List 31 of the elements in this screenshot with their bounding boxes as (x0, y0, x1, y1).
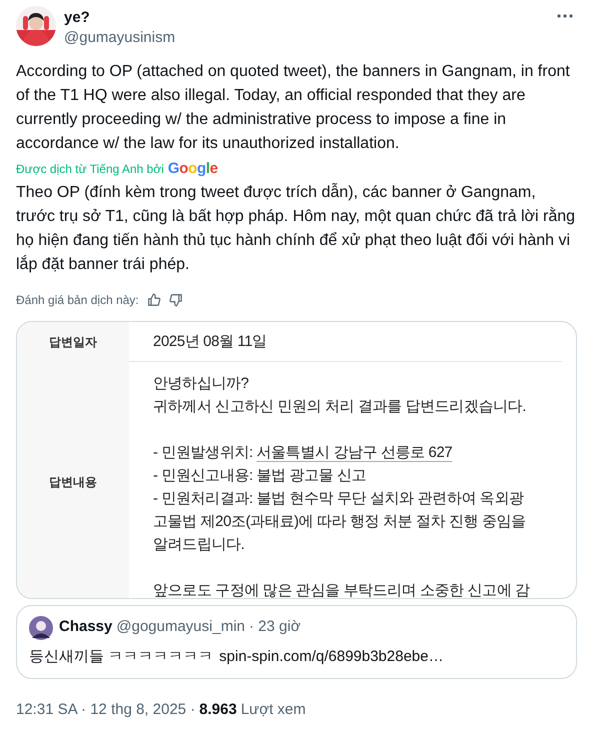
document-text: 알려드립니다. (153, 534, 246, 554)
row-label: 답변일자 (49, 334, 97, 350)
quoted-tweet-card[interactable]: Chassy @gogumayusi_min · 23 giờ 등신새끼들 ㅋㅋㅋㅋㅋㅋㅋ spin-spin.com/q/6899b3b28ebe… (16, 604, 577, 679)
google-logo: Google (168, 159, 218, 179)
tweet-text: According to OP (attached on quoted tweet), the banners in Gangnam, in front of the T1 HQ were also illegal. Today, an official responded that they are currently proceeding w/ the administrative process to impose a fine in accordance w/ the law for its unauthorized installation. (16, 62, 571, 154)
author-name[interactable]: ye? (64, 8, 549, 28)
document-text: - 민원발생위치: 서울특별시 강남구 선릉로 627 (153, 442, 454, 462)
row-label: 답변내용 (49, 474, 97, 490)
quoted-link[interactable]: spin-spin.com/q/6899b3b28ebe… (219, 646, 444, 668)
document-text: - 민원처리결과: 불법 현수막 무단 설치와 관련하여 옥외광 (153, 488, 525, 508)
quoted-author-handle[interactable]: @gogumayusi_min (116, 616, 245, 639)
more-icon[interactable] (557, 14, 573, 18)
attached-document[interactable] (16, 320, 577, 598)
thumbs-down-icon[interactable] (168, 292, 183, 306)
document-text: 귀하께서 신고하신 민원의 처리 결과를 답변드리겠습니다. (153, 396, 528, 416)
rate-translation-label: Đánh giá bản dịch này: (16, 292, 139, 308)
translated-text: Theo OP (đính kèm trong tweet được trích dẫn), các banner ở Gangnam, trước trụ sở T1, cũng là bất hợp pháp. Hôm nay, một quan chức đã trả lời rằng họ hiện đang tiến hành thủ tục hành chính để xử phạt theo luật đối với hành vi lắp đặt banner trái phép. (16, 182, 576, 274)
author-handle[interactable]: @gumayusinism (64, 28, 549, 48)
views-label: Lượt xem (240, 700, 306, 720)
timestamp[interactable]: 12:31 SA · 12 thg 8, 2025 · (16, 699, 196, 722)
quoted-time: · 23 giờ (249, 617, 301, 638)
document-text: 안녕하십니까? (153, 374, 250, 394)
quoted-author-name[interactable]: Chassy (59, 616, 112, 639)
quoted-text: 등신새끼들 ㅋㅋㅋㅋㅋㅋㅋ (29, 646, 214, 666)
avatar-icon (29, 616, 53, 640)
document-text: 고물법 제20조(과태료)에 따라 행정 처분 절차 진행 중임을 (153, 512, 527, 532)
document-text: 2025년 08월 11일 (153, 332, 267, 352)
document-text: 앞으로도 구정에 많은 관심을 부탁드리며 소중한 신고에 감 (153, 580, 531, 598)
thumbs-up-icon[interactable] (146, 292, 161, 306)
view-count: 8.963 (199, 700, 237, 720)
document-text: - 민원신고내용: 불법 광고물 신고 (153, 466, 368, 486)
